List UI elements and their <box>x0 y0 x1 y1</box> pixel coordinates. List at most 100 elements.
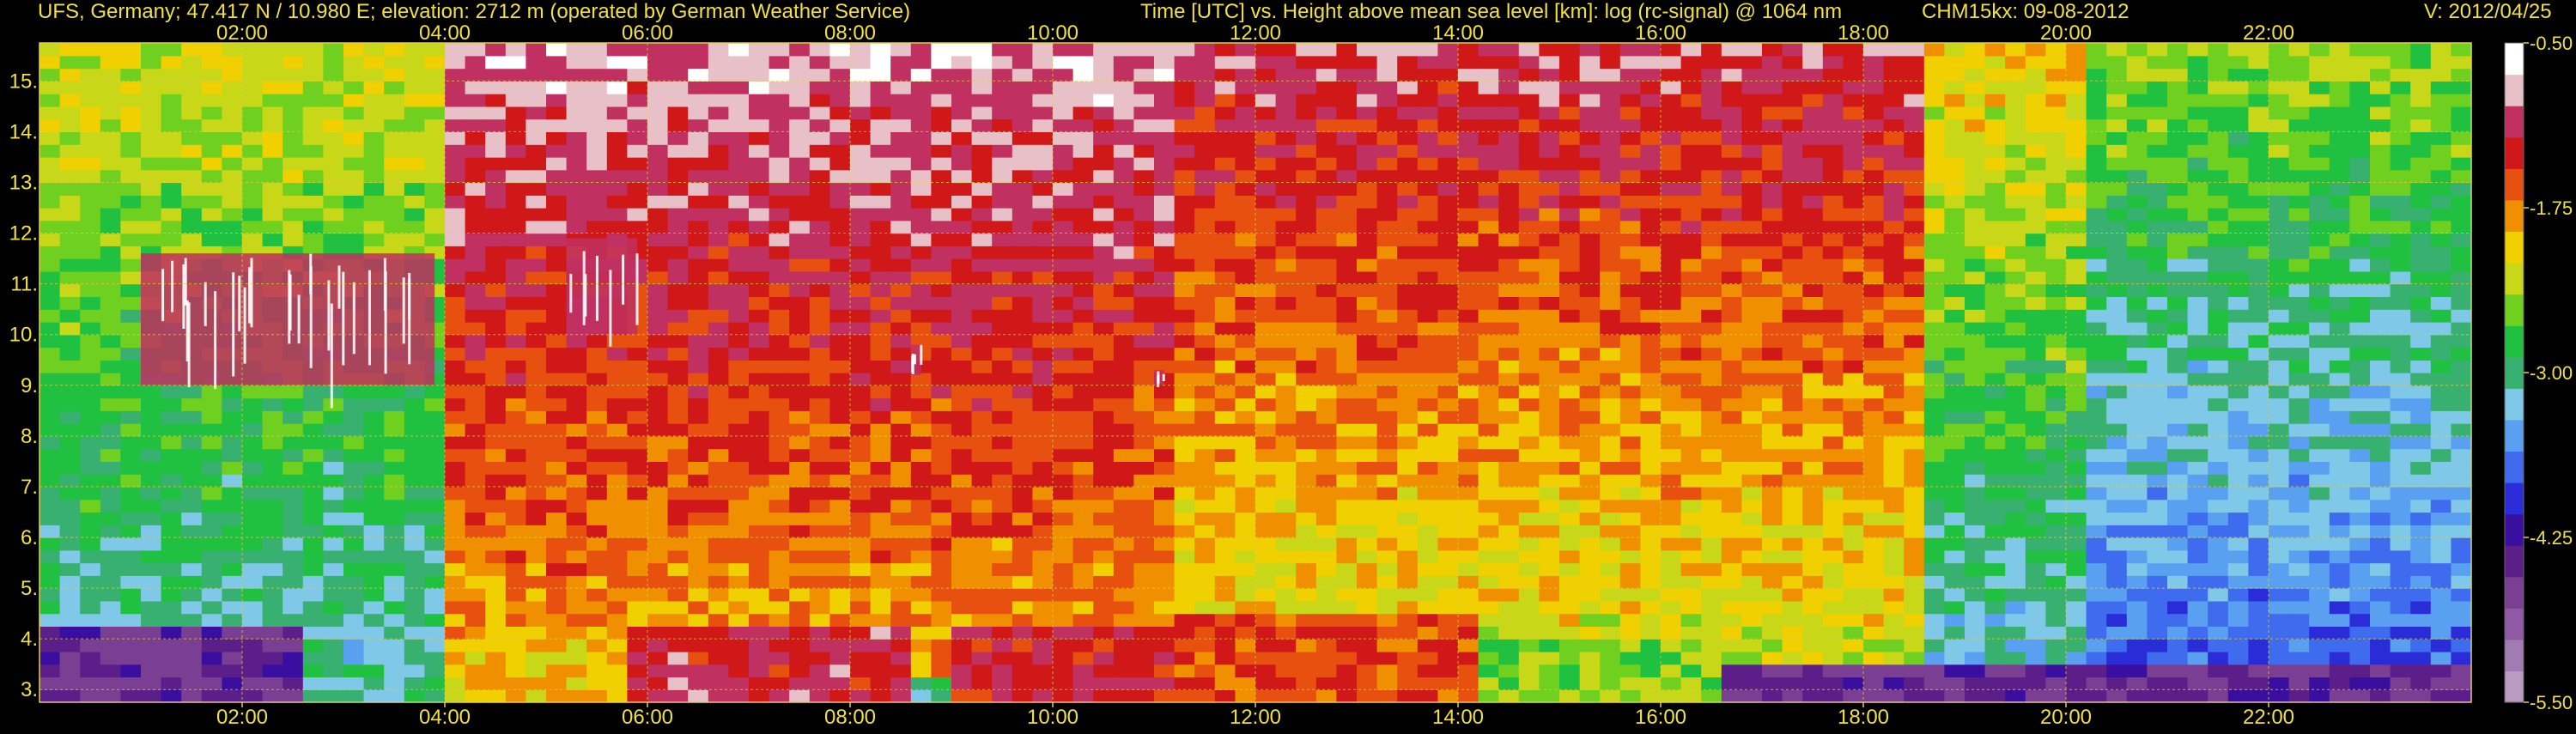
heatmap-cell <box>1053 651 1074 665</box>
heatmap-cell <box>606 118 628 132</box>
heatmap-cell <box>1214 537 1236 551</box>
heatmap-cell <box>363 423 385 437</box>
heatmap-cell <box>1397 397 1419 411</box>
heatmap-cell <box>1640 360 1662 373</box>
heatmap-cell <box>445 360 466 373</box>
heatmap-cell <box>910 220 932 234</box>
heatmap-cell <box>1417 676 1438 690</box>
heatmap-cell <box>1883 81 1905 94</box>
heatmap-cell <box>59 461 81 475</box>
heatmap-cell <box>1782 435 1803 450</box>
heatmap-cell <box>262 169 283 184</box>
heatmap-cell <box>222 549 243 564</box>
heatmap-cell <box>1782 512 1803 525</box>
heatmap-cell <box>1843 676 1864 690</box>
heatmap-cell <box>992 435 1013 450</box>
heatmap-cell <box>222 613 243 627</box>
heatmap-cell <box>1518 283 1540 297</box>
heatmap-cell <box>870 347 891 361</box>
heatmap-cell <box>1579 626 1601 640</box>
heatmap-cell <box>1680 360 1702 373</box>
heatmap-cell <box>283 689 304 703</box>
heatmap-cell <box>39 512 61 525</box>
heatmap-cell <box>1154 600 1176 615</box>
heatmap-cell <box>931 549 952 564</box>
heatmap-cell <box>1640 549 1662 564</box>
heatmap-cell <box>80 334 101 349</box>
heatmap-cell <box>1174 651 1195 665</box>
heatmap-cell <box>647 626 669 640</box>
heatmap-cell <box>141 182 162 196</box>
heatmap-cell <box>910 131 932 145</box>
heatmap-cell <box>1296 525 1317 538</box>
heatmap-cell <box>1762 270 1783 285</box>
heatmap-cell <box>1822 385 1844 399</box>
heatmap-cell <box>1072 588 1094 602</box>
heatmap-cell <box>586 448 608 462</box>
heatmap-cell <box>1762 258 1783 272</box>
heatmap-cell <box>1863 486 1885 500</box>
heatmap-cell <box>161 676 182 690</box>
heatmap-cell <box>404 626 425 640</box>
heatmap-cell <box>1518 208 1540 221</box>
heatmap-cell <box>1904 81 1925 94</box>
heatmap-cell <box>59 55 81 70</box>
heatmap-cell <box>302 131 324 145</box>
heatmap-cell <box>546 94 568 107</box>
heatmap-cell <box>404 512 425 525</box>
heatmap-cell <box>1661 321 1682 336</box>
heatmap-cell <box>384 208 405 221</box>
heatmap-cell <box>1336 486 1358 500</box>
heatmap-cell <box>647 81 669 94</box>
heatmap-cell <box>769 106 790 120</box>
heatmap-cell <box>1782 118 1803 132</box>
heatmap-cell <box>1032 562 1054 576</box>
heatmap-cell <box>708 144 729 158</box>
heatmap-cell <box>1579 549 1601 564</box>
heatmap-cell <box>1802 131 1824 145</box>
heatmap-cell <box>161 106 182 120</box>
heatmap-cell <box>141 410 162 424</box>
heatmap-cell <box>890 373 912 386</box>
heatmap-cell <box>505 270 526 285</box>
heatmap-cell <box>850 423 872 437</box>
heatmap-cell <box>1965 347 1986 361</box>
heatmap-cell <box>1113 588 1134 602</box>
heatmap-cell <box>546 195 568 209</box>
heatmap-cell <box>59 639 81 652</box>
heatmap-cell <box>1012 309 1033 323</box>
heatmap-cell <box>667 385 689 399</box>
heatmap-cell <box>242 689 264 703</box>
heatmap-cell <box>262 575 283 589</box>
heatmap-cell <box>526 258 547 272</box>
heatmap-cell <box>1498 347 1520 361</box>
heatmap-cell <box>1579 664 1601 678</box>
heatmap-cell <box>566 613 587 627</box>
heatmap-cell <box>1498 118 1520 132</box>
heatmap-cell <box>1336 81 1358 94</box>
heatmap-cell <box>647 220 669 234</box>
heatmap-cell <box>1357 651 1378 665</box>
heatmap-cell <box>1600 549 1621 564</box>
heatmap-cell <box>1904 321 1925 336</box>
heatmap-cell <box>1863 525 1885 538</box>
heatmap-cell <box>404 664 425 678</box>
heatmap-cell <box>1417 373 1438 386</box>
heatmap-cell <box>1133 613 1155 627</box>
heatmap-cell <box>526 334 547 349</box>
heatmap-cell <box>1296 118 1317 132</box>
heatmap-cell <box>1437 169 1459 184</box>
heatmap-cell <box>1376 118 1398 132</box>
heatmap-cell <box>181 664 203 678</box>
heatmap-cell <box>1296 410 1317 424</box>
heatmap-cell <box>606 613 628 627</box>
heatmap-cell <box>1113 246 1134 259</box>
heatmap-cell <box>201 474 222 488</box>
heatmap-cell <box>1802 68 1824 82</box>
heatmap-cell <box>404 169 425 184</box>
heatmap-cell <box>1741 474 1763 488</box>
heatmap-cell <box>1782 410 1803 424</box>
heatmap-cell <box>1093 220 1115 234</box>
heatmap-cell <box>343 588 365 602</box>
heatmap-cell <box>728 94 750 107</box>
